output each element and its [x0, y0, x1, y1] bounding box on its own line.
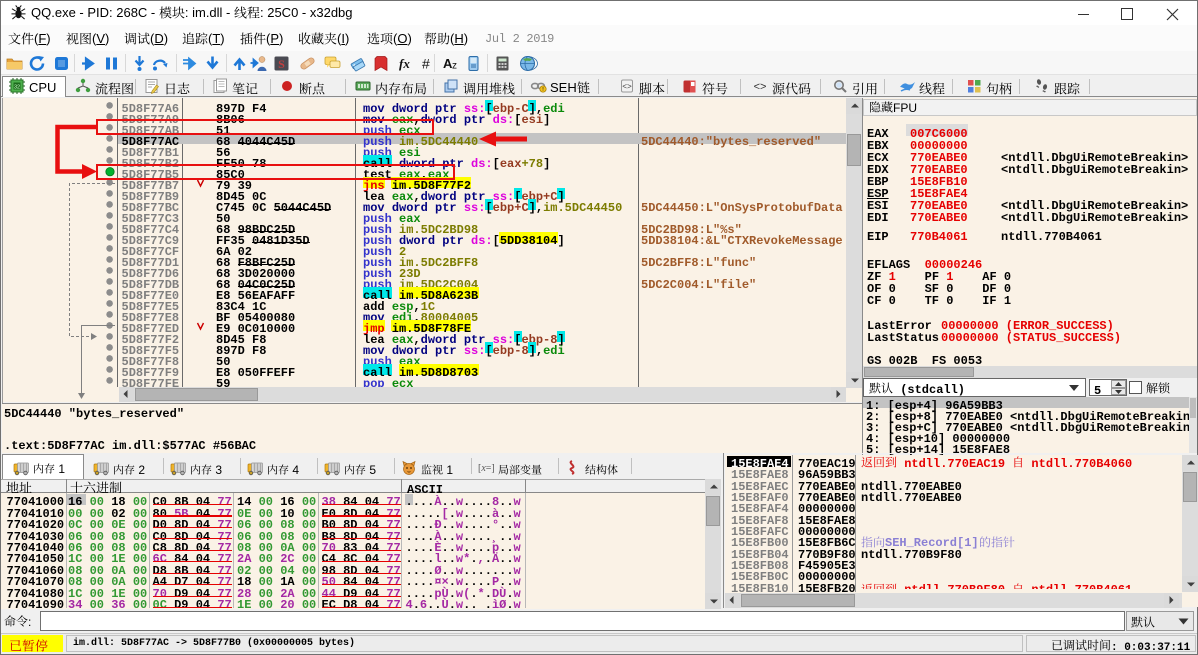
svg-text:#: # — [422, 56, 430, 72]
svg-text:<>: <> — [754, 81, 767, 93]
svg-text:S: S — [278, 57, 285, 71]
svg-text:32: 32 — [14, 85, 20, 91]
svg-text:<>: <> — [622, 83, 632, 92]
svg-text:fx: fx — [399, 56, 410, 71]
svg-text:z: z — [452, 61, 457, 72]
